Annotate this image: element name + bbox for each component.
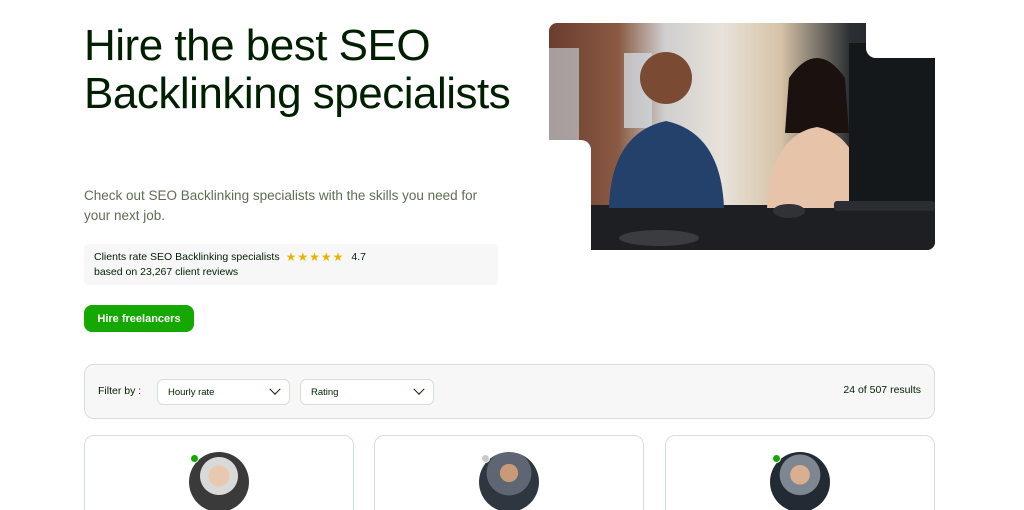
freelancer-card[interactable] xyxy=(374,435,644,510)
hire-freelancers-button[interactable]: Hire freelancers xyxy=(84,305,194,332)
filter-label: Filter by : xyxy=(98,385,142,397)
rating-select[interactable]: Rating xyxy=(300,379,434,405)
chevron-down-icon xyxy=(413,383,425,395)
online-status-icon xyxy=(190,454,199,463)
rating-basis: based on 23,267 client reviews xyxy=(94,266,239,278)
online-status-icon xyxy=(772,454,781,463)
rating-summary: Clients rate SEO Backlinking specialists… xyxy=(84,244,498,285)
rating-score: 4.7 xyxy=(351,251,367,263)
hourly-rate-select-label: Hourly rate xyxy=(168,386,215,398)
rating-row: Clients rate SEO Backlinking specialists… xyxy=(94,250,488,265)
rating-label: Clients rate SEO Backlinking specialists xyxy=(94,251,280,263)
freelancer-card[interactable] xyxy=(665,435,935,510)
star-icon: ★ xyxy=(309,250,320,264)
page-title: Hire the best SEO Backlinking specialist… xyxy=(84,21,511,118)
star-icon: ★ xyxy=(320,250,332,264)
rating-stars: ★ ★ ★ ★ ★ xyxy=(286,250,344,265)
rating-select-label: Rating xyxy=(311,386,339,398)
star-icon: ★ xyxy=(297,250,309,264)
photo-cutout xyxy=(866,20,938,58)
star-icon: ★ xyxy=(332,250,344,264)
photo-cutout xyxy=(549,140,591,252)
results-count: 24 of 507 results xyxy=(843,384,921,396)
offline-status-icon xyxy=(481,454,490,463)
star-icon: ★ xyxy=(285,250,297,264)
hourly-rate-select[interactable]: Hourly rate xyxy=(157,379,290,405)
filter-bar: Filter by : Hourly rate Rating 24 of 507… xyxy=(84,364,935,419)
hero-subtitle: Check out SEO Backlinking specialists wi… xyxy=(84,188,478,223)
chevron-down-icon xyxy=(269,383,281,395)
freelancer-card[interactable] xyxy=(84,435,354,510)
